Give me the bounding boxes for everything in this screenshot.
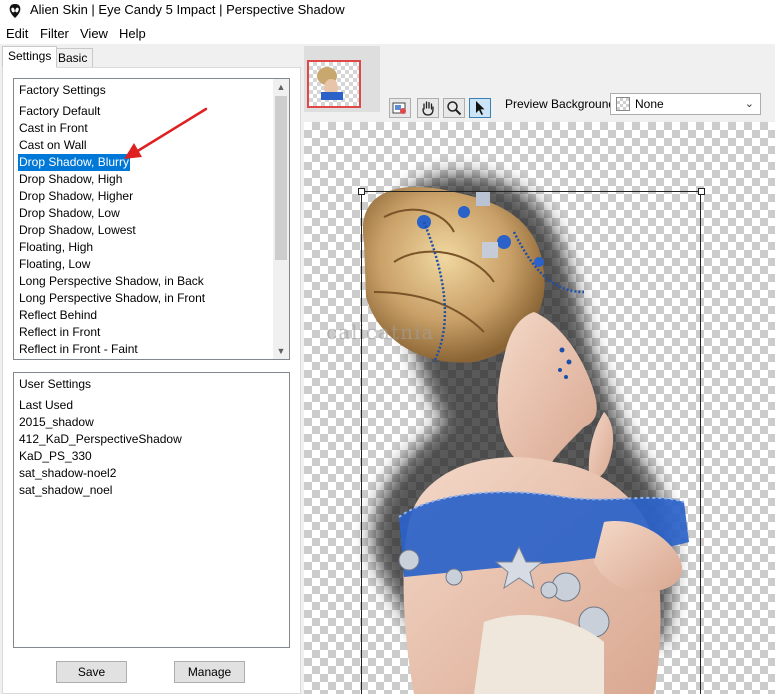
- list-item[interactable]: Cast on Wall: [18, 137, 88, 154]
- list-item[interactable]: Floating, Low: [18, 256, 91, 273]
- list-item[interactable]: Drop Shadow, Higher: [18, 188, 134, 205]
- zoom-icon: [447, 101, 462, 116]
- list-item[interactable]: Factory Default: [18, 103, 101, 120]
- scroll-thumb[interactable]: [275, 96, 287, 260]
- window-title: Alien Skin | Eye Candy 5 Impact | Perspe…: [30, 2, 345, 17]
- tab-settings[interactable]: Settings: [2, 46, 58, 68]
- list-item[interactable]: 412_KaD_PerspectiveShadow: [18, 431, 183, 448]
- preview-background-value: None: [635, 97, 664, 111]
- menu-edit[interactable]: Edit: [6, 26, 28, 41]
- user-settings-list[interactable]: User Settings Last Used 2015_shadow 412_…: [13, 372, 290, 648]
- chevron-down-icon: ⌄: [744, 98, 754, 110]
- arrow-button[interactable]: [469, 98, 491, 118]
- scroll-down-icon[interactable]: ▼: [273, 343, 289, 359]
- list-item[interactable]: Long Perspective Shadow, in Back: [18, 273, 205, 290]
- list-item[interactable]: Drop Shadow, Low: [18, 205, 121, 222]
- user-settings-header: User Settings: [19, 377, 92, 391]
- menu-bar: Edit Filter View Help: [0, 22, 775, 44]
- menu-filter[interactable]: Filter: [40, 26, 69, 41]
- selection-frame[interactable]: [361, 191, 701, 694]
- menu-view[interactable]: View: [80, 26, 108, 41]
- factory-list-scrollbar[interactable]: ▲ ▼: [273, 79, 289, 359]
- title-bar: Alien Skin | Eye Candy 5 Impact | Perspe…: [0, 0, 775, 22]
- preview-background-select[interactable]: None ⌄: [610, 93, 761, 115]
- list-item[interactable]: Drop Shadow, Lowest: [18, 222, 137, 239]
- navigator-thumbnail[interactable]: [307, 60, 361, 108]
- list-item[interactable]: Drop Shadow, High: [18, 171, 123, 188]
- factory-settings-header: Factory Settings: [19, 83, 106, 97]
- list-item-selected[interactable]: Drop Shadow, Blurry: [18, 154, 131, 171]
- hand-button[interactable]: [417, 98, 439, 118]
- scroll-up-icon[interactable]: ▲: [273, 79, 289, 95]
- list-item[interactable]: Reflect Behind: [18, 307, 98, 324]
- navigate-button[interactable]: [389, 98, 411, 118]
- list-item[interactable]: 2015_shadow: [18, 414, 95, 431]
- menu-help[interactable]: Help: [119, 26, 146, 41]
- resize-handle-top-left[interactable]: [358, 188, 365, 195]
- transparent-swatch-icon: [616, 97, 630, 111]
- hand-icon: [422, 101, 434, 116]
- resize-handle-top-right[interactable]: [698, 188, 705, 195]
- zoom-button[interactable]: [443, 98, 465, 118]
- list-item[interactable]: Cast in Front: [18, 120, 89, 137]
- list-item[interactable]: KaD_PS_330: [18, 448, 93, 465]
- list-item[interactable]: Long Perspective Shadow, in Front: [18, 290, 206, 307]
- list-item[interactable]: sat_shadow-noel2: [18, 465, 117, 482]
- manage-button[interactable]: Manage: [174, 661, 245, 683]
- thumbnail-image: [317, 67, 343, 100]
- list-item[interactable]: Reflect in Front - Faint: [18, 341, 139, 358]
- annotation-arrow-icon: [124, 107, 208, 159]
- list-item[interactable]: sat_shadow_noel: [18, 482, 113, 499]
- tab-basic[interactable]: Basic: [52, 48, 94, 68]
- save-button[interactable]: Save: [56, 661, 127, 683]
- list-item[interactable]: Last Used: [18, 397, 74, 414]
- preview-canvas[interactable]: calicatnia: [304, 122, 775, 694]
- list-item[interactable]: Reflect in Front: [18, 324, 101, 341]
- alien-skin-icon: [9, 4, 21, 18]
- list-item[interactable]: Floating, High: [18, 239, 94, 256]
- preview-background-label: Preview Background:: [505, 97, 619, 111]
- navigate-icon: [392, 102, 406, 114]
- arrow-icon: [476, 101, 485, 115]
